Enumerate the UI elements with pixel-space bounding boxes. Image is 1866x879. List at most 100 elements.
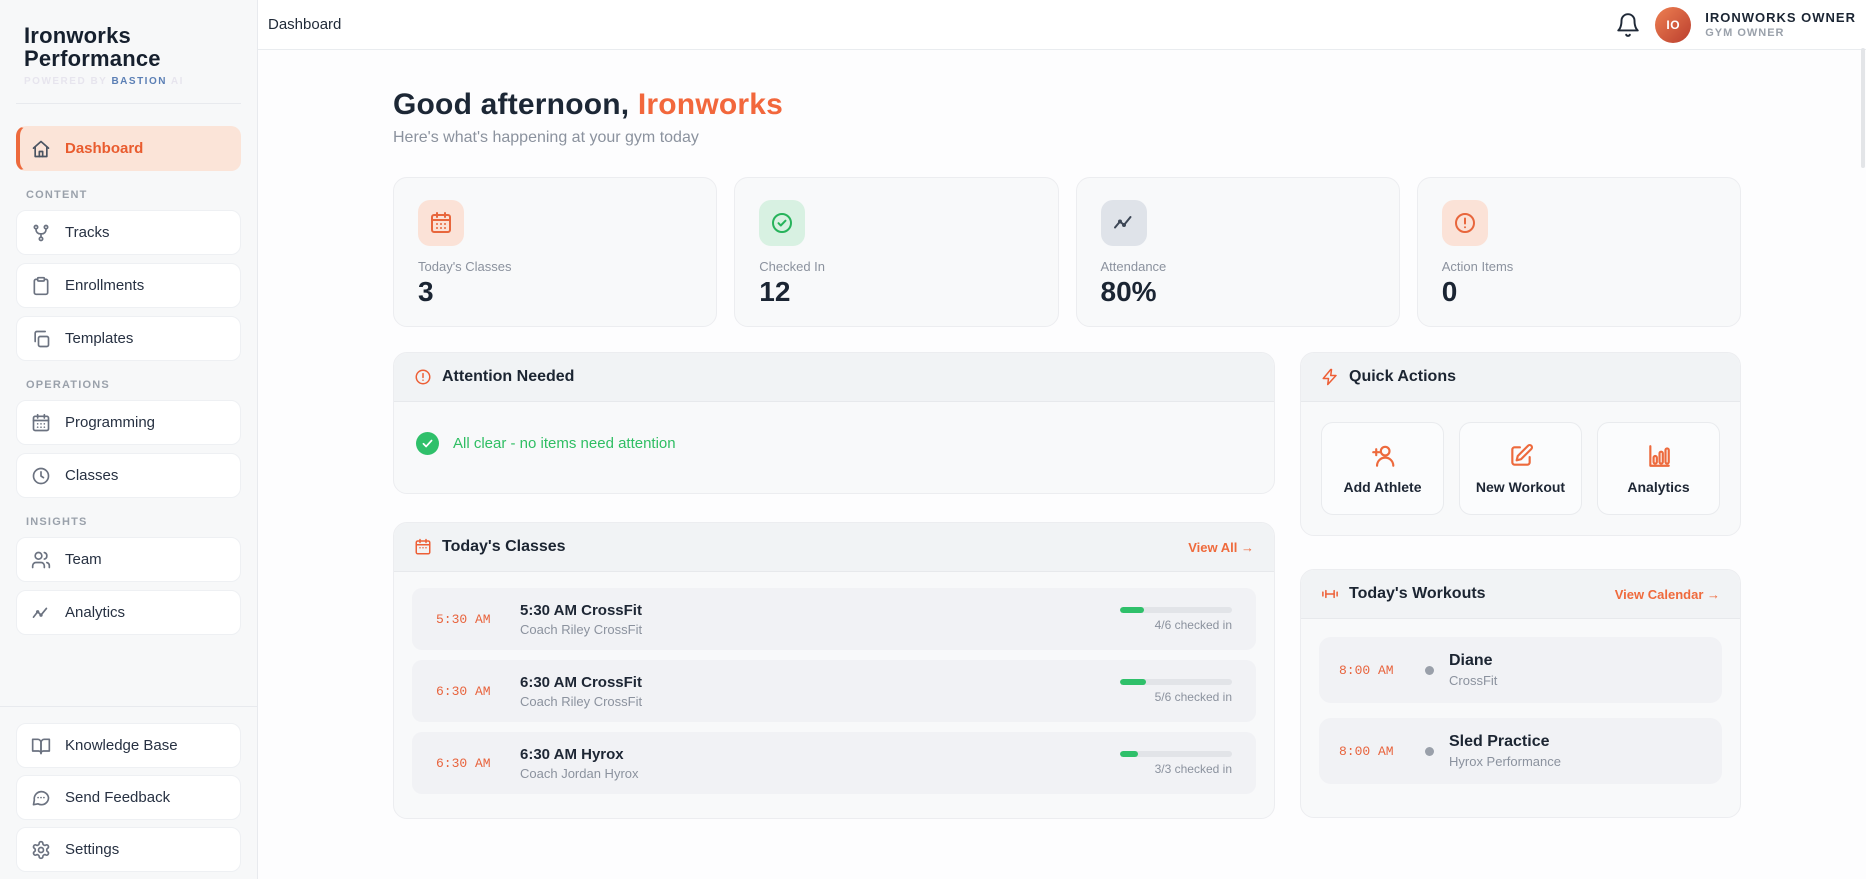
checkin-progress-bar bbox=[1120, 750, 1232, 757]
sidebar-item-analytics[interactable]: Analytics bbox=[16, 590, 241, 635]
gear-icon bbox=[31, 840, 51, 860]
class-coach: Coach Riley CrossFit bbox=[520, 693, 643, 709]
class-title: 6:30 AM CrossFit bbox=[520, 673, 642, 691]
class-row[interactable]: 5:30 AM 5:30 AM CrossFit Coach Riley Cro… bbox=[412, 588, 1256, 650]
user-avatar[interactable]: IO bbox=[1655, 6, 1692, 43]
clock-icon bbox=[31, 466, 51, 486]
bar-chart-icon bbox=[1648, 444, 1670, 467]
sidebar-section-operations: OPERATIONS bbox=[26, 379, 110, 391]
stat-label: Attendance bbox=[1100, 259, 1167, 274]
class-title: 5:30 AM CrossFit bbox=[520, 601, 642, 619]
class-row[interactable]: 6:30 AM 6:30 AM CrossFit Coach Riley Cro… bbox=[412, 660, 1256, 722]
workout-row[interactable]: 8:00 AM Sled Practice Hyrox Performance bbox=[1319, 718, 1722, 784]
user-name: IRONWORKS OWNER bbox=[1705, 10, 1856, 25]
alert-circle-icon bbox=[415, 369, 431, 385]
panel-title: Quick Actions bbox=[1349, 368, 1456, 385]
edit-square-icon bbox=[1510, 443, 1533, 466]
sidebar-item-programming[interactable]: Programming bbox=[16, 400, 241, 445]
todays-workouts-header: Today's Workouts View Calendar → bbox=[1301, 570, 1740, 619]
left-column: Attention Needed All clear - no items ne… bbox=[393, 352, 1275, 819]
panel-title: Today's Workouts bbox=[1349, 585, 1486, 602]
class-row[interactable]: 6:30 AM 6:30 AM Hyrox Coach Jordan Hyrox… bbox=[412, 732, 1256, 794]
trend-line-icon bbox=[31, 603, 51, 623]
check-icon bbox=[416, 432, 439, 455]
sidebar-footer: Knowledge Base Send Feedback Settings bbox=[0, 706, 257, 879]
checkin-count: 3/3 checked in bbox=[1154, 761, 1232, 776]
class-checkin-block: 3/3 checked in bbox=[1120, 750, 1232, 776]
all-clear-message: All clear - no items need attention bbox=[453, 435, 676, 452]
greeting-heading: Good afternoon, Ironworks bbox=[393, 88, 1741, 122]
lightning-icon bbox=[1322, 368, 1337, 386]
sidebar-item-tracks[interactable]: Tracks bbox=[16, 210, 241, 255]
quick-actions-header: Quick Actions bbox=[1301, 353, 1740, 402]
workout-program: Hyrox Performance bbox=[1449, 754, 1561, 769]
status-dot bbox=[1425, 746, 1434, 756]
brand-name-line1: Ironworks bbox=[24, 23, 131, 48]
todays-workouts-panel: Today's Workouts View Calendar → 8:00 AM… bbox=[1300, 569, 1741, 818]
checkin-progress-bar bbox=[1120, 678, 1232, 685]
sidebar-item-label: Dashboard bbox=[65, 140, 144, 157]
book-open-icon bbox=[31, 736, 51, 756]
sidebar-item-label: Enrollments bbox=[65, 277, 145, 294]
scrollbar-thumb[interactable] bbox=[1861, 48, 1865, 168]
checkin-count: 5/6 checked in bbox=[1154, 689, 1232, 704]
todays-classes-header: Today's Classes View All → bbox=[394, 523, 1274, 572]
sidebar-item-label: Templates bbox=[65, 330, 134, 347]
panel-title: Attention Needed bbox=[442, 368, 575, 385]
greeting-prefix: Good afternoon, bbox=[393, 88, 630, 121]
chat-bubble-icon bbox=[31, 788, 51, 808]
new-workout-button[interactable]: New Workout bbox=[1459, 422, 1582, 515]
attention-panel-header: Attention Needed bbox=[394, 353, 1274, 402]
workout-title: Sled Practice bbox=[1449, 733, 1550, 750]
attention-needed-panel: Attention Needed All clear - no items ne… bbox=[393, 352, 1275, 494]
calendar-icon bbox=[418, 200, 464, 246]
sidebar-item-classes[interactable]: Classes bbox=[16, 453, 241, 498]
sidebar-item-label: Classes bbox=[65, 467, 119, 484]
sidebar-item-dashboard[interactable]: Dashboard bbox=[16, 126, 241, 171]
sidebar-item-templates[interactable]: Templates bbox=[16, 316, 241, 361]
class-info: 5:30 AM CrossFit Coach Riley CrossFit bbox=[520, 602, 1120, 637]
workout-row[interactable]: 8:00 AM Diane CrossFit bbox=[1319, 637, 1722, 703]
notifications-bell-icon[interactable] bbox=[1615, 12, 1641, 38]
classes-list: 5:30 AM 5:30 AM CrossFit Coach Riley Cro… bbox=[394, 572, 1274, 818]
sidebar-item-knowledge-base[interactable]: Knowledge Base bbox=[16, 723, 241, 768]
stat-card-checked-in: Checked In 12 bbox=[734, 177, 1059, 327]
top-bar: Dashboard IO IRONWORKS OWNER GYM OWNER bbox=[258, 0, 1866, 50]
sidebar-item-team[interactable]: Team bbox=[16, 537, 241, 582]
dashboard-content: Good afternoon, Ironworks Here's what's … bbox=[258, 50, 1866, 879]
checkin-progress-fill bbox=[1120, 750, 1138, 757]
quick-action-label: Analytics bbox=[1627, 478, 1690, 495]
attention-body: All clear - no items need attention bbox=[394, 402, 1274, 493]
stat-card-attendance: Attendance 80% bbox=[1075, 177, 1400, 327]
sidebar: Ironworks Performance POWERED BY BASTION… bbox=[0, 0, 258, 879]
sidebar-section-insights: INSIGHTS bbox=[26, 516, 88, 528]
powered-by-suffix: AI bbox=[170, 76, 184, 87]
panels-grid: Attention Needed All clear - no items ne… bbox=[393, 352, 1741, 819]
greeting-block: Good afternoon, Ironworks Here's what's … bbox=[393, 88, 1741, 147]
stat-label: Checked In bbox=[759, 259, 826, 274]
view-all-link[interactable]: View All → bbox=[1188, 540, 1254, 555]
class-checkin-block: 4/6 checked in bbox=[1120, 606, 1232, 632]
stat-label: Action Items bbox=[1441, 259, 1514, 274]
users-icon bbox=[31, 550, 51, 570]
checkin-count: 4/6 checked in bbox=[1154, 617, 1232, 632]
status-dot bbox=[1425, 665, 1434, 675]
class-time: 6:30 AM bbox=[436, 755, 491, 771]
analytics-button[interactable]: Analytics bbox=[1597, 422, 1720, 515]
stat-label: Today's Classes bbox=[418, 259, 512, 274]
dumbbell-icon bbox=[1322, 589, 1338, 599]
powered-by-brand: BASTION bbox=[111, 76, 167, 87]
add-athlete-button[interactable]: Add Athlete bbox=[1321, 422, 1444, 515]
view-calendar-link[interactable]: View Calendar → bbox=[1615, 587, 1720, 602]
workout-program: CrossFit bbox=[1449, 673, 1498, 688]
sidebar-item-enrollments[interactable]: Enrollments bbox=[16, 263, 241, 308]
stat-card-action-items: Action Items 0 bbox=[1416, 177, 1741, 327]
sidebar-item-label: Settings bbox=[65, 841, 120, 858]
class-info: 6:30 AM CrossFit Coach Riley CrossFit bbox=[520, 674, 1120, 709]
sidebar-item-send-feedback[interactable]: Send Feedback bbox=[16, 775, 241, 820]
panel-title: Today's Classes bbox=[442, 538, 566, 555]
user-identity: IRONWORKS OWNER GYM OWNER bbox=[1705, 10, 1856, 39]
sidebar-section-content: CONTENT bbox=[26, 189, 88, 201]
sidebar-item-settings[interactable]: Settings bbox=[16, 827, 241, 872]
class-info: 6:30 AM Hyrox Coach Jordan Hyrox bbox=[520, 746, 1120, 781]
